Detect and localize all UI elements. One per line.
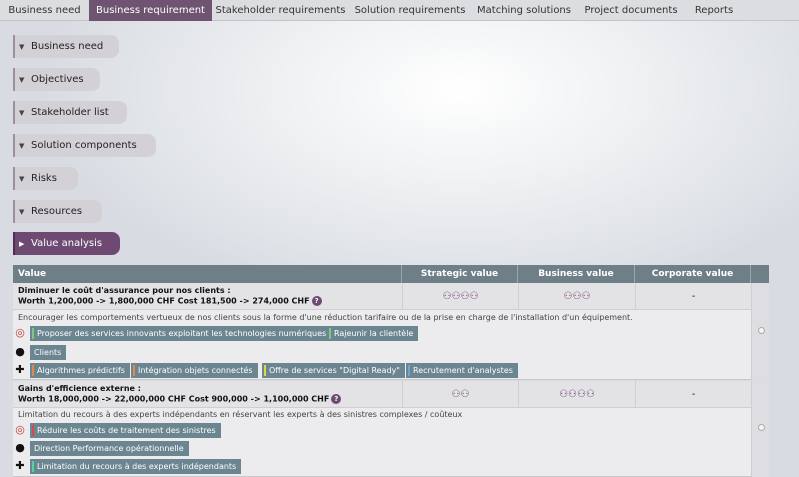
strategic-value-cell: ⚇⚇ [402, 381, 518, 408]
row-description: Encourager les comportements vertueux de… [18, 313, 633, 322]
strategic-value-cell: ⚇⚇⚇⚇ [402, 283, 518, 310]
corporate-value-cell: - [635, 283, 751, 310]
chevron-down-icon: ▼ [19, 208, 25, 216]
row-title: Diminuer le coût d'assurance pour nos cl… [18, 286, 322, 307]
section-resources[interactable]: ▼ Resources [13, 200, 102, 223]
row-title-line: Gains d'efficience externe : [18, 384, 141, 393]
corporate-value-cell: - [635, 381, 751, 408]
section-label: Business need [31, 41, 104, 52]
section-business-need[interactable]: ▼ Business need [13, 35, 119, 58]
row-description: Limitation du recours à des experts indé… [18, 410, 463, 419]
section-label: Objectives [31, 74, 84, 85]
chevron-down-icon: ▼ [19, 76, 25, 84]
component-tag[interactable]: Offre de services "Digital Ready" [262, 363, 405, 378]
tab-business-need[interactable]: Business need [0, 0, 89, 21]
chevron-down-icon: ▼ [19, 109, 25, 117]
table-row: Diminuer le coût d'assurance pour nos cl… [13, 283, 769, 380]
header-value: Value [13, 265, 402, 283]
row-worth-cost: Worth 1,200,000 -> 1,800,000 CHF Cost 18… [18, 296, 310, 306]
objective-tag[interactable]: Réduire les coûts de traitement des sini… [30, 423, 221, 438]
table-row: Gains d'efficience externe : Worth 18,00… [13, 381, 769, 477]
header-select [751, 265, 769, 283]
business-value-cell: ⚇⚇⚇⚇ [518, 381, 635, 408]
section-risks[interactable]: ▼ Risks [13, 167, 78, 190]
header-strategic-value: Strategic value [402, 265, 518, 283]
header-corporate-value: Corporate value [635, 265, 751, 283]
stakeholder-tag[interactable]: Clients [30, 345, 67, 360]
section-label: Resources [31, 206, 83, 217]
business-value-cell: ⚇⚇⚇ [518, 283, 635, 310]
section-label: Stakeholder list [31, 107, 109, 118]
row-select-radio[interactable] [758, 327, 765, 334]
row-title-line: Diminuer le coût d'assurance pour nos cl… [18, 286, 231, 295]
tab-matching-solutions[interactable]: Matching solutions [471, 0, 577, 21]
person-icon: ● [15, 345, 25, 358]
tab-solution-requirements[interactable]: Solution requirements [349, 0, 471, 21]
row-select-radio[interactable] [758, 424, 765, 431]
table-header: Value Strategic value Business value Cor… [13, 265, 769, 283]
tab-project-documents[interactable]: Project documents [577, 0, 685, 21]
chevron-right-icon: ▶ [19, 240, 25, 248]
row-select-cell [751, 381, 769, 477]
section-label: Risks [31, 173, 57, 184]
row-header: Diminuer le coût d'assurance pour nos cl… [13, 283, 751, 310]
chevron-down-icon: ▼ [19, 43, 25, 51]
objective-tag[interactable]: Proposer des services innovants exploita… [30, 326, 332, 341]
objective-tag[interactable]: Rajeunir la clientèle [327, 326, 419, 341]
section-objectives[interactable]: ▼ Objectives [13, 68, 100, 91]
tab-business-requirement[interactable]: Business requirement [89, 0, 212, 21]
component-tag[interactable]: Recrutement d'analystes [406, 363, 518, 378]
component-tag[interactable]: Intégration objets connectés [131, 363, 258, 378]
help-icon[interactable]: ? [331, 394, 342, 404]
row-header: Gains d'efficience externe : Worth 18,00… [13, 381, 751, 408]
row-title: Gains d'efficience externe : Worth 18,00… [18, 384, 342, 405]
chevron-down-icon: ▼ [19, 175, 25, 183]
puzzle-icon: ✚ [15, 363, 25, 376]
stakeholder-tag[interactable]: Direction Performance opérationnelle [30, 441, 189, 456]
component-tag[interactable]: Limitation du recours à des experts indé… [30, 459, 242, 474]
component-tag[interactable]: Algorithmes prédictifs [30, 363, 130, 378]
tab-reports[interactable]: Reports [685, 0, 743, 21]
target-icon: ◎ [15, 423, 25, 436]
section-stakeholder-list[interactable]: ▼ Stakeholder list [13, 101, 127, 124]
top-tab-bar: Business need Business requirement Stake… [0, 0, 799, 21]
tab-stakeholder-requirements[interactable]: Stakeholder requirements [212, 0, 349, 21]
section-label: Solution components [31, 140, 137, 151]
section-value-analysis[interactable]: ▶ Value analysis [13, 232, 120, 255]
help-icon[interactable]: ? [311, 296, 322, 306]
section-label: Value analysis [31, 238, 103, 249]
person-icon: ● [15, 441, 25, 454]
row-select-cell [751, 283, 769, 380]
puzzle-icon: ✚ [15, 459, 25, 472]
header-business-value: Business value [518, 265, 635, 283]
row-worth-cost: Worth 18,000,000 -> 22,000,000 CHF Cost … [18, 394, 330, 404]
target-icon: ◎ [15, 326, 25, 339]
section-solution-components[interactable]: ▼ Solution components [13, 134, 156, 157]
chevron-down-icon: ▼ [19, 142, 25, 150]
